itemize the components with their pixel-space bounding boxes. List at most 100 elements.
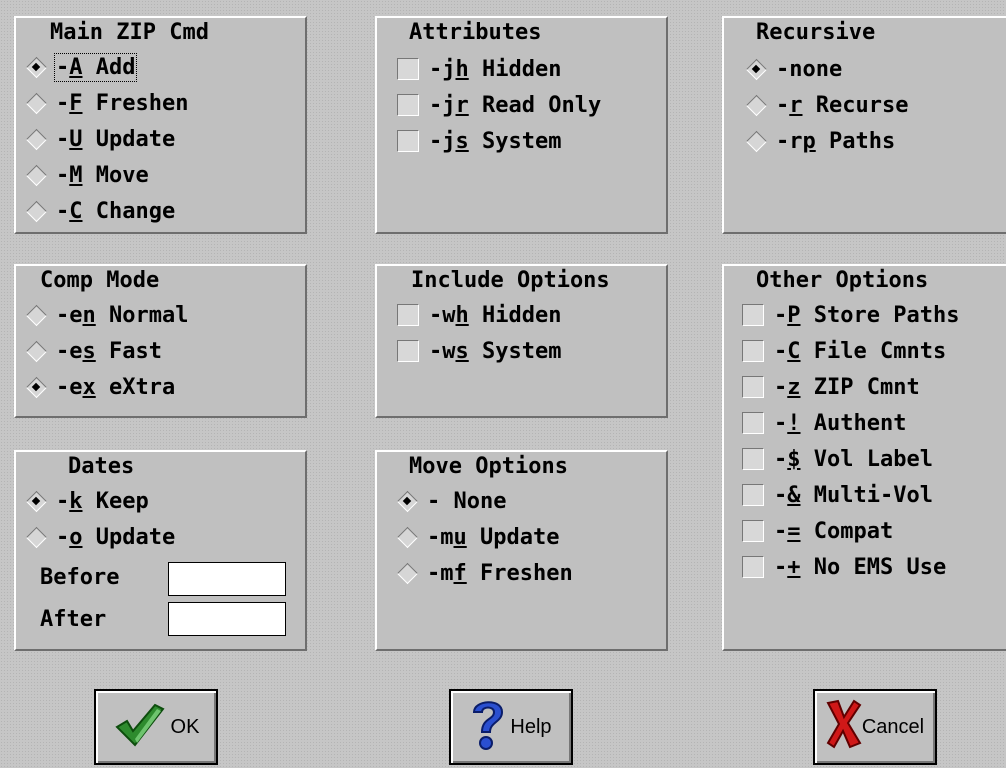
checkbox-label: -ws System [429, 338, 562, 364]
other-options-group: Other Options -P Store Paths -C File Cmn… [722, 264, 1006, 651]
checkbox-box[interactable] [397, 340, 419, 362]
checkbox-include-system[interactable]: -ws System [397, 336, 561, 366]
radio-normal[interactable]: -en Normal [26, 300, 188, 330]
checkbox-box[interactable] [742, 376, 764, 398]
checkbox-box[interactable] [397, 94, 419, 116]
radio-extra[interactable]: -ex eXtra [26, 372, 175, 402]
radio-move-update[interactable]: -mu Update [397, 522, 559, 552]
radio-update[interactable]: -U Update [26, 124, 175, 154]
radio-indicator[interactable] [26, 129, 46, 149]
radio-label: -A Add [53, 52, 138, 82]
radio-indicator[interactable] [397, 491, 417, 511]
radio-recurse[interactable]: -r Recurse [746, 90, 908, 120]
checkbox-read-only[interactable]: -jr Read Only [397, 90, 601, 120]
checkbox-system[interactable]: -js System [397, 126, 561, 156]
checkbox-box[interactable] [742, 520, 764, 542]
checkbox-label: -jh Hidden [429, 56, 562, 82]
checkbox-vol-label[interactable]: -$ Vol Label [742, 444, 933, 474]
radio-label: -k Keep [56, 488, 149, 514]
radio-fast[interactable]: -es Fast [26, 336, 162, 366]
checkbox-authent[interactable]: -! Authent [742, 408, 906, 438]
radio-indicator[interactable] [26, 377, 46, 397]
dates-group: Dates -k Keep -o Update Before After [14, 450, 307, 651]
help-button[interactable]: Help [449, 689, 573, 765]
checkbox-label: -z ZIP Cmnt [774, 374, 920, 400]
radio-move[interactable]: -M Move [26, 160, 149, 190]
checkbox-file-cmnts[interactable]: -C File Cmnts [742, 336, 946, 366]
checkbox-zip-cmnt[interactable]: -z ZIP Cmnt [742, 372, 920, 402]
checkbox-label: -js System [429, 128, 562, 154]
radio-indicator[interactable] [746, 95, 766, 115]
radio-change[interactable]: -C Change [26, 196, 175, 226]
radio-label: -C Change [56, 198, 176, 224]
checkbox-box[interactable] [742, 304, 764, 326]
radio-add[interactable]: -A Add [26, 52, 138, 82]
move-options-group: Move Options - None -mu Update -mf Fresh… [375, 450, 668, 651]
radio-indicator[interactable] [26, 165, 46, 185]
checkbox-box[interactable] [397, 130, 419, 152]
checkbox-label: -wh Hidden [429, 302, 562, 328]
after-date-field[interactable] [168, 602, 286, 636]
include-options-title: Include Options [411, 268, 610, 293]
radio-date-update[interactable]: -o Update [26, 522, 175, 552]
ok-button[interactable]: OK [94, 689, 218, 765]
radio-indicator[interactable] [26, 491, 46, 511]
radio-label: -M Move [56, 162, 149, 188]
cancel-label: Cancel [861, 715, 925, 738]
radio-indicator[interactable] [26, 527, 46, 547]
radio-indicator[interactable] [746, 59, 766, 79]
checkbox-label: -& Multi-Vol [774, 482, 933, 508]
radio-label: -F Freshen [56, 90, 189, 116]
checkmark-icon [113, 701, 165, 753]
radio-indicator[interactable] [26, 201, 46, 221]
checkbox-box[interactable] [397, 58, 419, 80]
radio-indicator[interactable] [26, 305, 46, 325]
radio-label: -mf Freshen [427, 560, 573, 586]
radio-indicator[interactable] [26, 93, 46, 113]
checkbox-box[interactable] [397, 304, 419, 326]
recursive-title: Recursive [756, 20, 876, 45]
radio-indicator[interactable] [397, 563, 417, 583]
radio-label: -rp Paths [776, 128, 896, 154]
checkbox-box[interactable] [742, 556, 764, 578]
checkbox-include-hidden[interactable]: -wh Hidden [397, 300, 561, 330]
checkbox-store-paths[interactable]: -P Store Paths [742, 300, 959, 330]
red-x-icon [826, 699, 862, 755]
checkbox-box[interactable] [742, 340, 764, 362]
checkbox-label: -+ No EMS Use [774, 554, 947, 580]
comp-mode-group: Comp Mode -en Normal -es Fast -ex eXtra [14, 264, 307, 418]
radio-label: - None [427, 488, 507, 514]
radio-indicator[interactable] [746, 131, 766, 151]
checkbox-label: -jr Read Only [429, 92, 602, 118]
attributes-title: Attributes [409, 20, 542, 45]
checkbox-compat[interactable]: -= Compat [742, 516, 893, 546]
radio-freshen[interactable]: -F Freshen [26, 88, 188, 118]
checkbox-hidden[interactable]: -jh Hidden [397, 54, 561, 84]
radio-indicator[interactable] [397, 527, 417, 547]
checkbox-box[interactable] [742, 412, 764, 434]
radio-move-none[interactable]: - None [397, 486, 506, 516]
radio-label: -mu Update [427, 524, 560, 550]
checkbox-no-ems-use[interactable]: -+ No EMS Use [742, 552, 946, 582]
dates-title: Dates [68, 454, 135, 479]
checkbox-label: -= Compat [774, 518, 894, 544]
main-zip-cmd-title: Main ZIP Cmd [50, 20, 209, 45]
radio-keep[interactable]: -k Keep [26, 486, 149, 516]
other-options-title: Other Options [756, 268, 929, 293]
checkbox-label: -! Authent [774, 410, 907, 436]
radio-paths[interactable]: -rp Paths [746, 126, 895, 156]
radio-indicator[interactable] [26, 57, 46, 77]
radio-move-freshen[interactable]: -mf Freshen [397, 558, 573, 588]
checkbox-box[interactable] [742, 484, 764, 506]
radio-label: -U Update [56, 126, 176, 152]
checkbox-box[interactable] [742, 448, 764, 470]
recursive-group: Recursive -none -r Recurse -rp Paths [722, 16, 1006, 234]
radio-indicator[interactable] [26, 341, 46, 361]
cancel-button[interactable]: Cancel [813, 689, 937, 765]
radio-label: -o Update [56, 524, 176, 550]
radio-none[interactable]: -none [746, 54, 842, 84]
move-options-title: Move Options [409, 454, 568, 479]
checkbox-multi-vol[interactable]: -& Multi-Vol [742, 480, 933, 510]
before-label: Before [40, 565, 120, 590]
before-date-field[interactable] [168, 562, 286, 596]
